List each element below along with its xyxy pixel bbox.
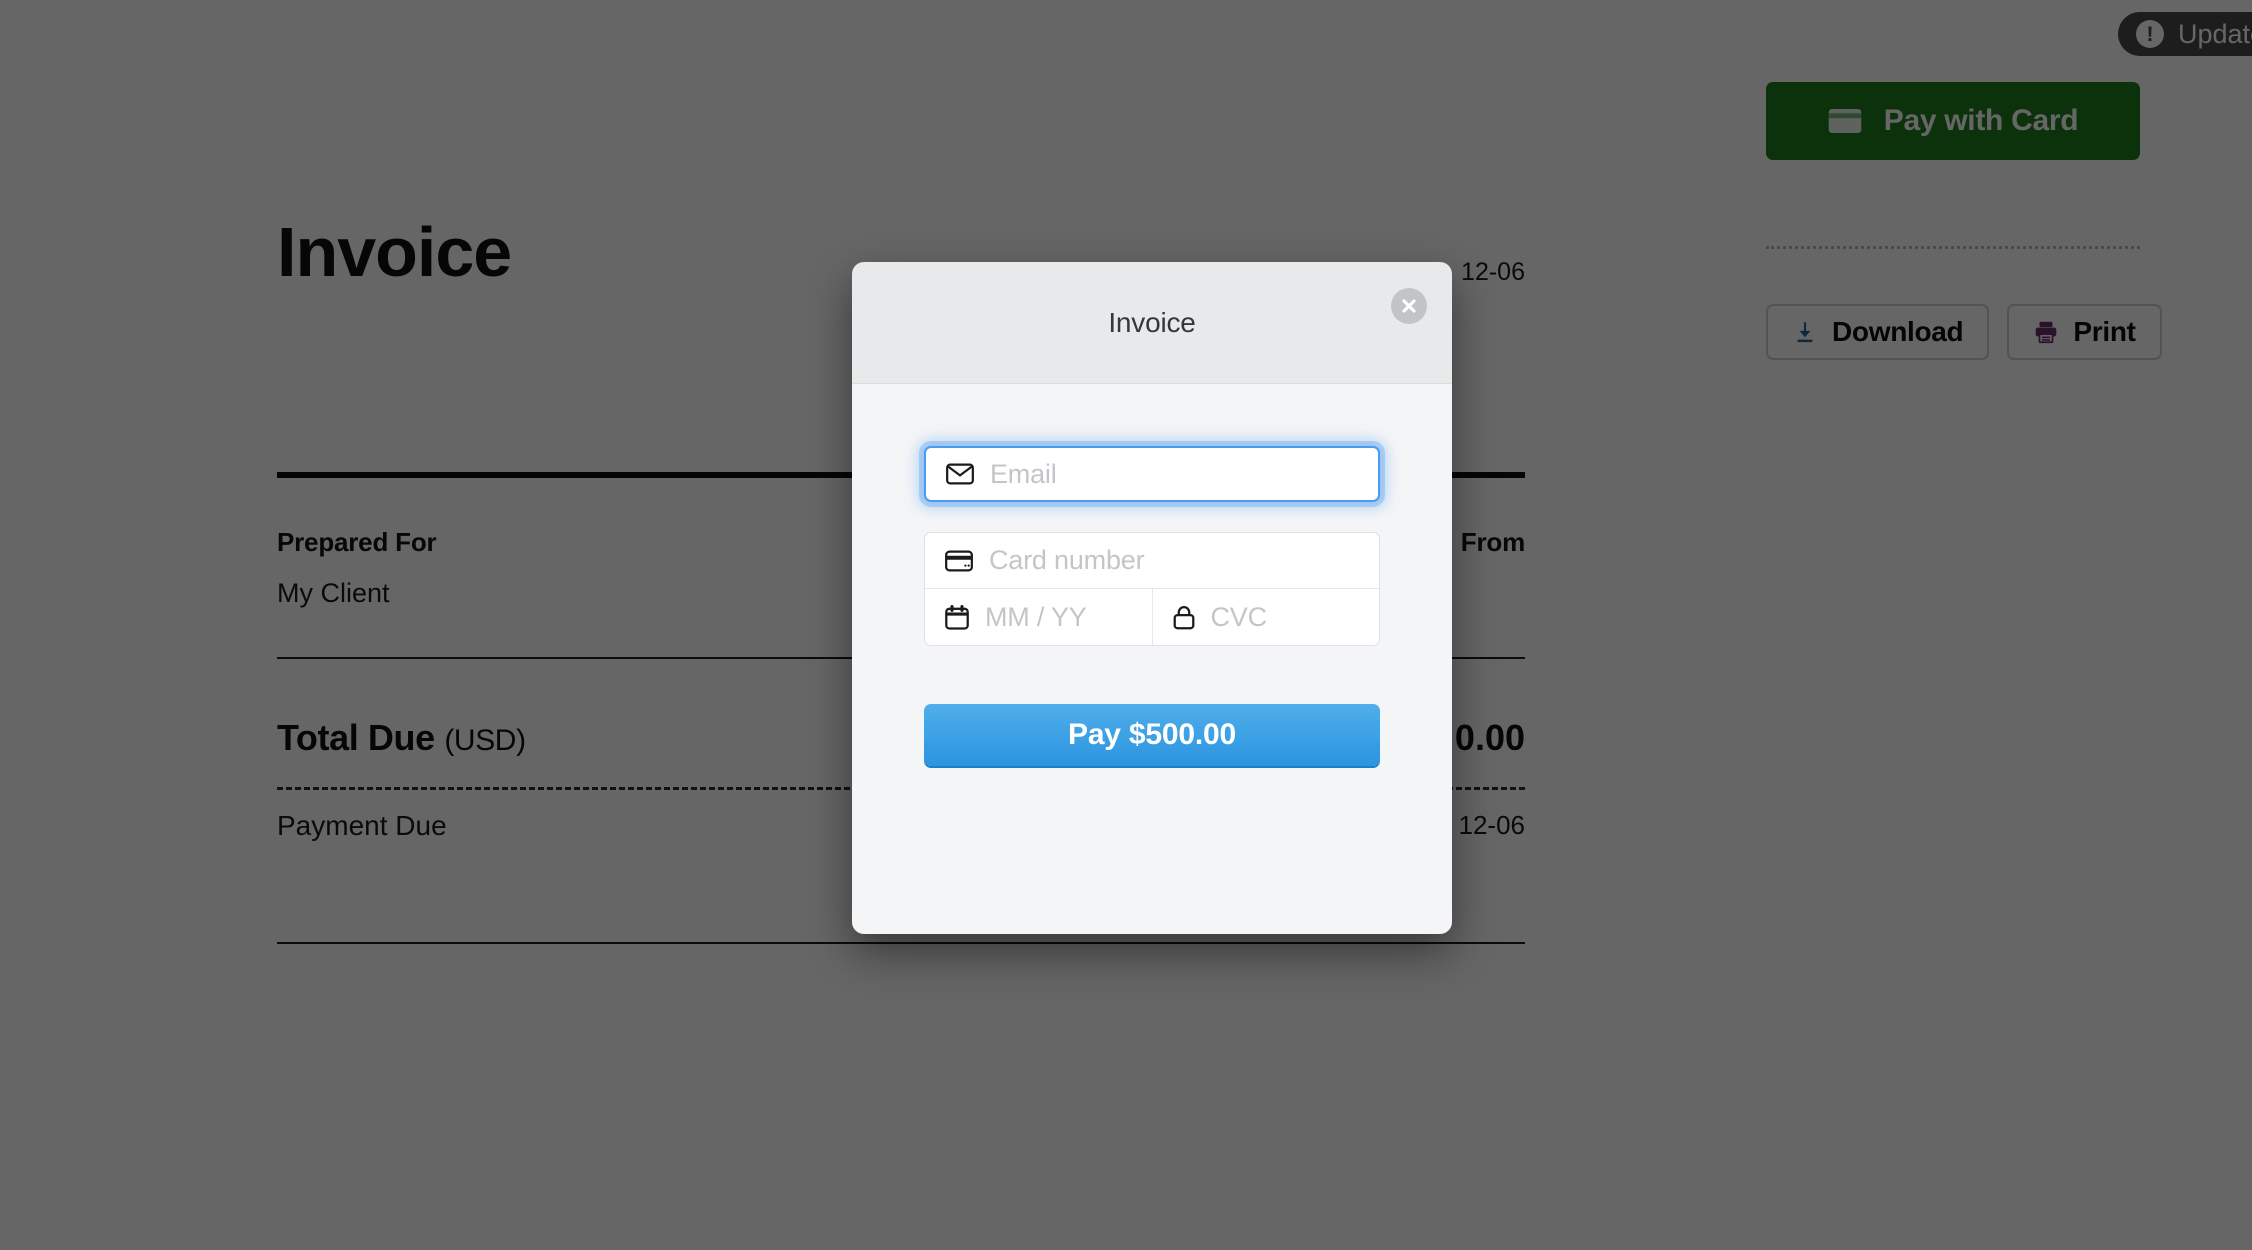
- modal-body: Email Card number MM / YY CVC Pay $500.0…: [852, 384, 1452, 934]
- card-number-placeholder: Card number: [989, 545, 1145, 575]
- modal-title: Invoice: [1108, 306, 1196, 338]
- modal-header: Invoice: [852, 262, 1452, 384]
- calendar-icon: [945, 604, 969, 630]
- mail-icon: [946, 463, 974, 485]
- cvc-placeholder: CVC: [1210, 601, 1268, 632]
- email-placeholder: Email: [990, 458, 1057, 489]
- card-expiry-cvc-row: MM / YY CVC: [925, 589, 1379, 645]
- close-button[interactable]: [1391, 288, 1427, 324]
- expiry-field[interactable]: MM / YY: [925, 589, 1152, 645]
- close-icon: [1398, 295, 1420, 317]
- payment-modal: Invoice Email Card number MM / YY CVC Pa…: [852, 262, 1452, 934]
- pay-submit-button[interactable]: Pay $500.00: [924, 704, 1380, 766]
- card-details-group: Card number MM / YY CVC: [924, 532, 1380, 646]
- expiry-placeholder: MM / YY: [985, 601, 1087, 632]
- email-field[interactable]: Email: [924, 446, 1380, 502]
- credit-card-icon: [945, 550, 973, 572]
- lock-icon: [1173, 605, 1195, 630]
- card-number-field[interactable]: Card number: [925, 533, 1379, 589]
- cvc-field[interactable]: CVC: [1151, 589, 1380, 645]
